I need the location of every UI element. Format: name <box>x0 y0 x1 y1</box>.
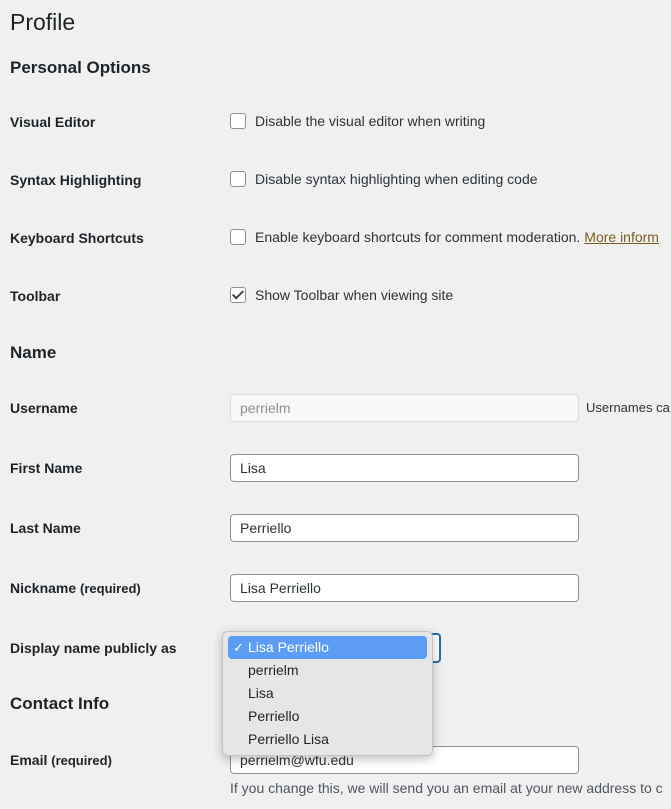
syntax-highlighting-checkbox[interactable] <box>230 171 246 187</box>
keyboard-shortcuts-label: Keyboard Shortcuts <box>10 230 144 246</box>
display-name-option[interactable]: ✓ Lisa Perriello <box>228 636 427 659</box>
username-field: perrielm <box>230 394 579 422</box>
display-name-dropdown-menu[interactable]: ✓ Lisa Perriello perrielm Lisa Perriello… <box>222 631 433 756</box>
visual-editor-label: Visual Editor <box>10 114 96 130</box>
nickname-label-text: Nickname <box>10 580 77 596</box>
display-name-option[interactable]: Lisa <box>228 682 427 705</box>
email-help-text: If you change this, we will send you an … <box>230 780 663 796</box>
keyboard-shortcuts-option-text: Enable keyboard shortcuts for comment mo… <box>255 229 581 245</box>
email-required-text: (required) <box>51 753 112 768</box>
display-name-option-label: Perriello Lisa <box>248 731 329 747</box>
syntax-highlighting-label: Syntax Highlighting <box>10 172 142 188</box>
display-name-option[interactable]: perrielm <box>228 659 427 682</box>
display-name-label: Display name publicly as <box>10 640 177 656</box>
syntax-highlighting-option[interactable]: Disable syntax highlighting when editing… <box>230 171 538 187</box>
username-note: Usernames ca <box>586 400 670 415</box>
keyboard-shortcuts-checkbox[interactable] <box>230 229 246 245</box>
syntax-highlighting-option-text: Disable syntax highlighting when editing… <box>255 171 538 187</box>
display-name-option-label: perrielm <box>248 662 299 678</box>
section-title-name: Name <box>10 343 57 362</box>
keyboard-shortcuts-option[interactable]: Enable keyboard shortcuts for comment mo… <box>230 229 659 245</box>
visual-editor-checkbox[interactable] <box>230 113 246 129</box>
toolbar-label: Toolbar <box>10 288 61 304</box>
visual-editor-option[interactable]: Disable the visual editor when writing <box>230 113 485 129</box>
display-name-option[interactable]: Perriello <box>228 705 427 728</box>
visual-editor-option-text: Disable the visual editor when writing <box>255 113 486 129</box>
first-name-field[interactable]: Lisa <box>230 454 579 482</box>
checkmark-icon: ✓ <box>233 640 244 655</box>
username-label: Username <box>10 400 78 416</box>
email-label: Email (required) <box>10 751 112 770</box>
last-name-field[interactable]: Perriello <box>230 514 579 542</box>
toolbar-option[interactable]: Show Toolbar when viewing site <box>230 287 453 303</box>
nickname-label: Nickname (required) <box>10 579 141 598</box>
toolbar-checkbox[interactable] <box>230 287 246 303</box>
last-name-label: Last Name <box>10 520 81 536</box>
display-name-option-label: Lisa Perriello <box>248 639 329 655</box>
first-name-label: First Name <box>10 460 83 476</box>
toolbar-option-text: Show Toolbar when viewing site <box>255 287 454 303</box>
display-name-option-label: Lisa <box>248 685 274 701</box>
display-name-option-label: Perriello <box>248 708 300 724</box>
nickname-field[interactable]: Lisa Perriello <box>230 574 579 602</box>
page-title: Profile <box>10 9 76 35</box>
more-information-link[interactable]: More inform <box>584 229 659 245</box>
display-name-option[interactable]: Perriello Lisa <box>228 728 427 751</box>
section-title-personal-options: Personal Options <box>10 58 151 77</box>
nickname-required-text: (required) <box>80 581 141 596</box>
email-label-text: Email <box>10 752 48 768</box>
section-title-contact-info: Contact Info <box>10 694 110 713</box>
